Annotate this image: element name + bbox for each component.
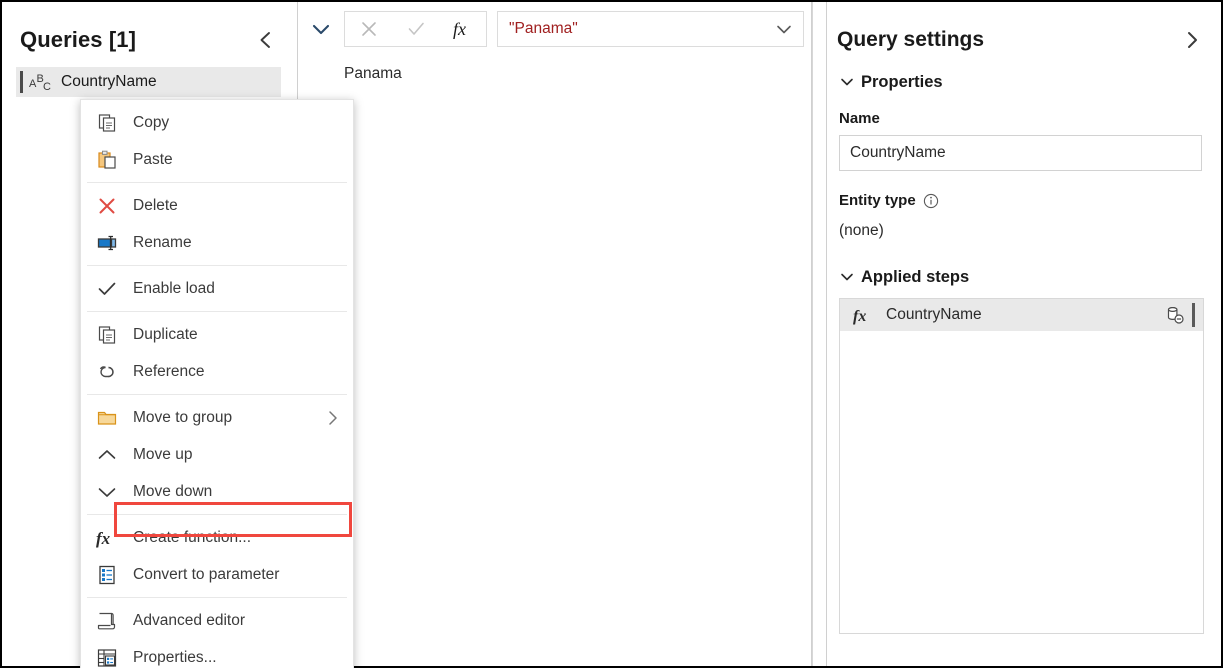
menu-item-duplicate[interactable]: Duplicate bbox=[81, 316, 353, 353]
entity-type-value: (none) bbox=[839, 222, 884, 239]
delete-x-icon bbox=[81, 187, 133, 224]
section-title: Applied steps bbox=[861, 267, 970, 286]
reference-link-icon bbox=[81, 353, 133, 390]
menu-item-label: Duplicate bbox=[133, 325, 198, 343]
query-list-item-countryname[interactable]: A B C CountryName bbox=[16, 67, 281, 97]
section-title: Properties bbox=[861, 72, 943, 91]
paste-icon bbox=[81, 141, 133, 178]
query-settings-header: Query settings bbox=[837, 22, 1212, 58]
svg-text:fx: fx bbox=[453, 19, 466, 39]
menu-separator bbox=[87, 514, 347, 515]
menu-separator bbox=[87, 597, 347, 598]
svg-text:C: C bbox=[43, 81, 51, 93]
queries-panel-header: Queries [1] bbox=[2, 20, 298, 60]
menu-item-label: Move to group bbox=[133, 408, 233, 426]
menu-item-label: Delete bbox=[133, 196, 178, 214]
menu-item-move-to-group[interactable]: Move to group bbox=[81, 399, 353, 436]
menu-item-delete[interactable]: Delete bbox=[81, 187, 353, 224]
name-input[interactable]: CountryName bbox=[839, 135, 1202, 171]
applied-steps-list: fx CountryName bbox=[839, 298, 1204, 634]
queries-panel: Queries [1] A B C CountryName Copy Paste… bbox=[2, 2, 354, 668]
cancel-x-icon[interactable] bbox=[345, 12, 392, 46]
menu-item-move-up[interactable]: Move up bbox=[81, 436, 353, 473]
chevron-right-icon bbox=[325, 410, 341, 426]
svg-text:fx: fx bbox=[853, 308, 866, 325]
checkmark-icon bbox=[81, 270, 133, 307]
formula-bar-actions: fx bbox=[344, 11, 487, 47]
menu-item-label: Rename bbox=[133, 233, 192, 251]
formula-input-value: "Panama" bbox=[509, 20, 578, 37]
menu-item-label: Move down bbox=[133, 482, 213, 500]
menu-separator bbox=[87, 311, 347, 312]
abc-text-type-icon: A B C bbox=[29, 70, 59, 94]
query-settings-title: Query settings bbox=[837, 28, 985, 51]
query-list-item-label: CountryName bbox=[61, 73, 157, 90]
menu-separator bbox=[87, 394, 347, 395]
menu-item-properties[interactable]: Properties... bbox=[81, 639, 353, 668]
chevron-down-icon bbox=[81, 473, 133, 510]
section-applied-steps-header[interactable]: Applied steps bbox=[837, 267, 969, 287]
info-circle-icon[interactable] bbox=[923, 193, 939, 209]
menu-item-label: Move up bbox=[133, 445, 193, 463]
menu-item-move-down[interactable]: Move down bbox=[81, 473, 353, 510]
applied-step-row[interactable]: fx CountryName bbox=[840, 299, 1203, 331]
menu-item-create-function[interactable]: fx Create function... bbox=[81, 519, 353, 556]
selection-indicator bbox=[20, 71, 23, 93]
svg-text:fx: fx bbox=[96, 529, 111, 548]
menu-item-label: Create function... bbox=[133, 528, 252, 546]
menu-item-advanced-editor[interactable]: Advanced editor bbox=[81, 602, 353, 639]
menu-item-label: Reference bbox=[133, 362, 205, 380]
properties-table-icon bbox=[81, 639, 133, 668]
fx-icon: fx bbox=[81, 519, 133, 556]
entity-type-label: Entity type bbox=[839, 192, 916, 209]
menu-separator bbox=[87, 265, 347, 266]
copy-icon bbox=[81, 104, 133, 141]
entity-type-label-row: Entity type bbox=[839, 192, 939, 209]
applied-step-label: CountryName bbox=[886, 306, 982, 323]
menu-item-label: Copy bbox=[133, 113, 170, 131]
advanced-editor-icon bbox=[81, 602, 133, 639]
chevron-down-icon bbox=[837, 267, 857, 287]
text-cursor bbox=[1192, 303, 1195, 327]
menu-item-copy[interactable]: Copy bbox=[81, 104, 353, 141]
menu-item-convert-to-parameter[interactable]: Convert to parameter bbox=[81, 556, 353, 593]
menu-item-label: Advanced editor bbox=[133, 611, 246, 629]
fx-icon: fx bbox=[840, 299, 886, 331]
folder-icon bbox=[81, 399, 133, 436]
menu-item-label: Enable load bbox=[133, 279, 215, 297]
preview-result-value: Panama bbox=[344, 65, 402, 82]
panel-splitter[interactable] bbox=[812, 2, 826, 666]
chevron-down-icon[interactable] bbox=[773, 18, 795, 40]
preview-panel: fx "Panama" Panama bbox=[298, 2, 812, 666]
chevron-right-icon[interactable] bbox=[1180, 28, 1204, 52]
formula-bar: fx "Panama" bbox=[298, 10, 812, 48]
fx-icon[interactable]: fx bbox=[439, 12, 486, 46]
power-query-editor-window: Queries [1] A B C CountryName Copy Paste… bbox=[0, 0, 1223, 668]
name-input-value: CountryName bbox=[850, 144, 946, 161]
queries-panel-title: Queries [1] bbox=[20, 27, 137, 52]
chevron-left-icon[interactable] bbox=[254, 28, 278, 52]
chevron-up-icon bbox=[81, 436, 133, 473]
menu-item-label: Properties... bbox=[133, 648, 217, 666]
rename-icon bbox=[81, 224, 133, 261]
query-settings-panel: Query settings Properties Name CountryNa… bbox=[826, 2, 1221, 666]
parameter-list-icon bbox=[81, 556, 133, 593]
menu-item-paste[interactable]: Paste bbox=[81, 141, 353, 178]
database-disable-icon[interactable] bbox=[1165, 305, 1185, 325]
chevron-down-icon bbox=[837, 72, 857, 92]
menu-item-rename[interactable]: Rename bbox=[81, 224, 353, 261]
menu-item-label: Paste bbox=[133, 150, 173, 168]
section-properties-header[interactable]: Properties bbox=[837, 72, 943, 92]
query-context-menu: Copy Paste Delete Rename Enable load Dup… bbox=[80, 99, 354, 668]
chevron-down-icon[interactable] bbox=[298, 11, 344, 47]
menu-item-label: Convert to parameter bbox=[133, 565, 280, 583]
name-field-label: Name bbox=[839, 110, 880, 127]
formula-input[interactable]: "Panama" bbox=[497, 11, 804, 47]
menu-separator bbox=[87, 182, 347, 183]
accept-check-icon[interactable] bbox=[392, 12, 439, 46]
menu-item-enable-load[interactable]: Enable load bbox=[81, 270, 353, 307]
menu-item-reference[interactable]: Reference bbox=[81, 353, 353, 390]
duplicate-icon bbox=[81, 316, 133, 353]
